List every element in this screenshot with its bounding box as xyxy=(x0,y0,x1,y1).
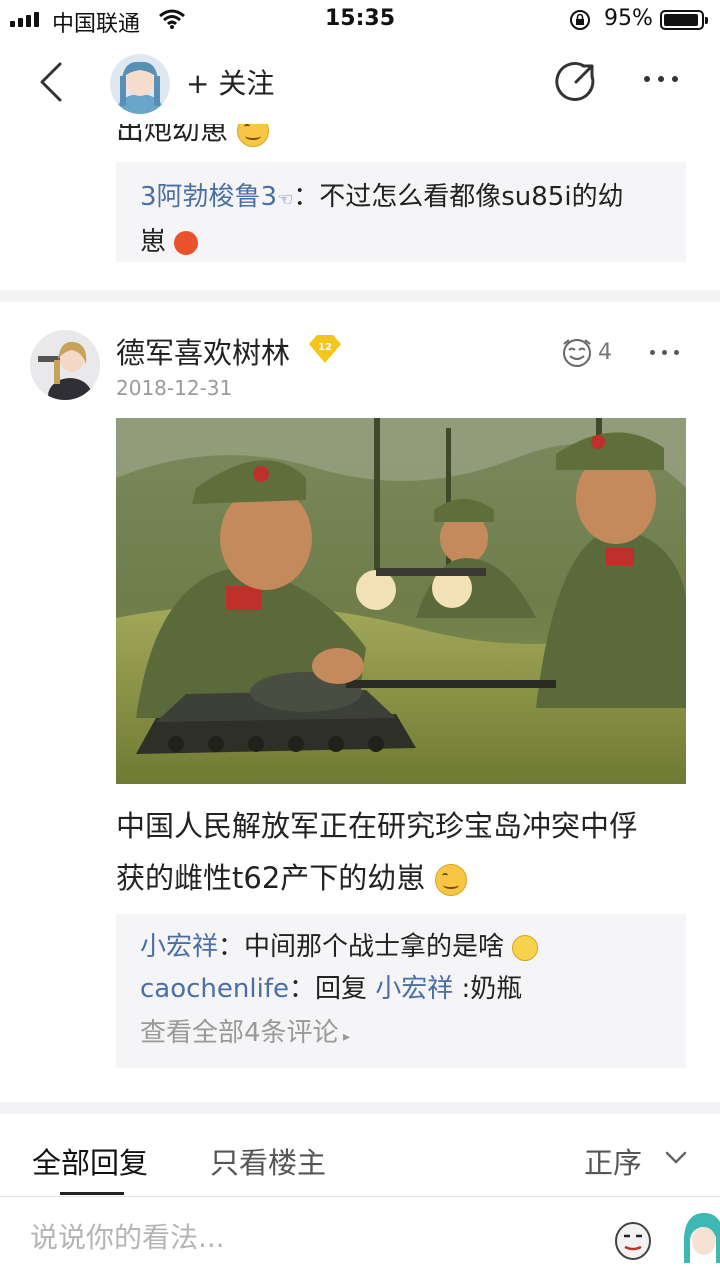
reply-mention[interactable]: 小宏祥 xyxy=(375,974,453,1004)
angry-emoji-icon xyxy=(174,230,199,255)
more-icon[interactable] xyxy=(644,76,678,82)
reply-username[interactable]: 3阿勃梭鲁3 xyxy=(140,182,277,212)
like-icon[interactable] xyxy=(560,336,594,368)
post-body: 中国人民解放军正在研究珍宝岛冲突中俘 获的雌性t62产下的幼崽 xyxy=(116,809,639,896)
battery-icon xyxy=(660,10,708,30)
author-avatar[interactable] xyxy=(110,54,170,114)
rotation-lock-icon xyxy=(570,10,590,30)
post-author-avatar[interactable] xyxy=(30,330,100,400)
post-more-icon[interactable] xyxy=(650,350,679,355)
view-all-comments-link[interactable]: 查看全部4条评论 ▸ xyxy=(140,1010,662,1060)
smile-emoji-icon xyxy=(434,864,467,896)
share-icon[interactable] xyxy=(554,60,598,104)
level-number: 12 xyxy=(318,342,332,353)
battery-percent: 95% xyxy=(604,6,653,31)
nav-bar: + 关注 xyxy=(0,40,720,124)
reply-item: caochenlife：回复 小宏祥 :奶瓶 xyxy=(140,974,523,1004)
comment-bar xyxy=(0,1197,720,1281)
like-count: 4 xyxy=(598,340,612,365)
follow-button[interactable]: + 关注 xyxy=(186,62,274,102)
status-bar: 中国联通 15:35 95% xyxy=(0,0,720,40)
reply-username[interactable]: caochenlife xyxy=(140,974,289,1004)
divider xyxy=(0,290,720,302)
grimace-emoji-icon xyxy=(512,934,539,961)
reply-item: 3阿勃梭鲁3☜：不过怎么看都像su85i的幼 xyxy=(140,182,624,212)
post-image[interactable] xyxy=(116,418,686,784)
tab-op-only[interactable]: 只看楼主 xyxy=(210,1140,326,1182)
tab-indicator xyxy=(60,1192,124,1195)
reply-username[interactable]: 小宏祥 xyxy=(140,932,218,962)
reply-item: 小宏祥：中间那个战士拿的是啥 xyxy=(140,926,662,968)
level-badge-icon: 12 xyxy=(309,335,341,363)
reply-filter-tabs: 全部回复 只看楼主 正序 xyxy=(0,1114,720,1198)
reply-box[interactable]: 3阿勃梭鲁3☜：不过怎么看都像su85i的幼 崽 xyxy=(116,162,686,262)
chevron-right-icon: ▸ xyxy=(338,1029,351,1045)
reply-box[interactable]: 小宏祥：中间那个战士拿的是啥 caochenlife：回复 小宏祥 :奶瓶 查看… xyxy=(116,914,686,1068)
tab-all-replies[interactable]: 全部回复 xyxy=(32,1140,148,1182)
post-date: 2018-12-31 xyxy=(116,376,233,400)
chevron-down-icon[interactable] xyxy=(664,1150,688,1166)
divider xyxy=(0,1102,720,1114)
emoji-icon[interactable] xyxy=(614,1221,652,1261)
user-avatar[interactable] xyxy=(680,1207,720,1263)
pointing-hand-icon: ☜ xyxy=(277,189,294,210)
sort-order-button[interactable]: 正序 xyxy=(584,1140,642,1182)
post-username[interactable]: 德军喜欢树林 xyxy=(116,330,290,372)
back-icon[interactable] xyxy=(36,60,66,104)
comment-input[interactable] xyxy=(30,1215,570,1259)
